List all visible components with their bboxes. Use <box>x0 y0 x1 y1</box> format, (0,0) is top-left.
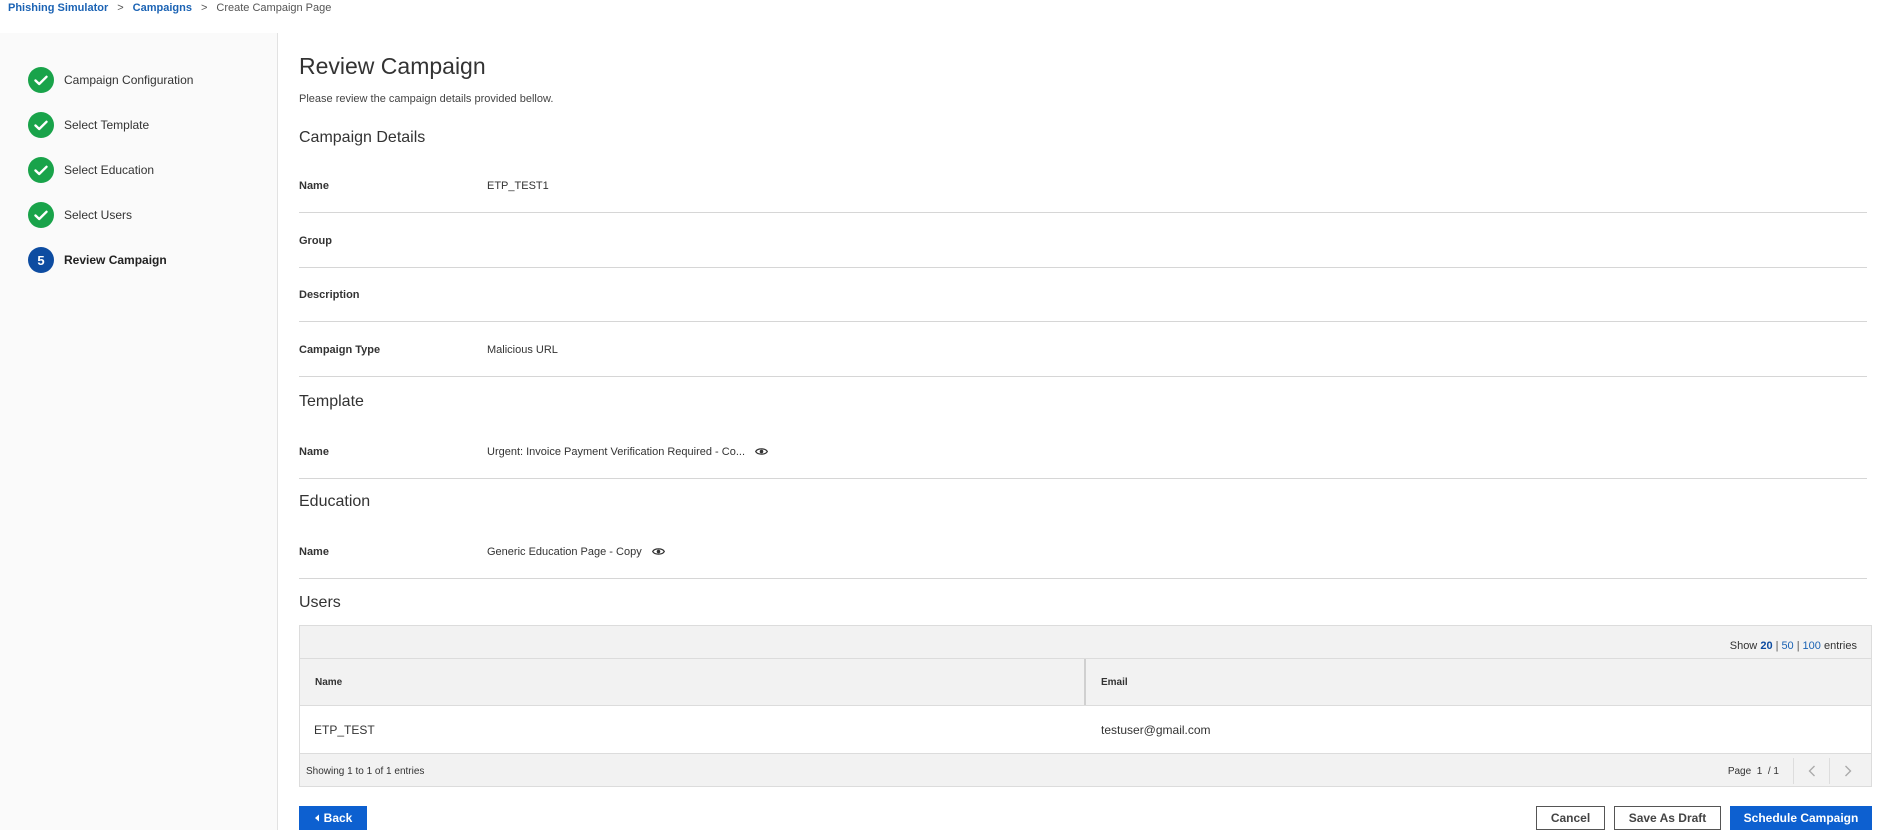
next-page-button[interactable] <box>1829 758 1865 784</box>
template-section-title: Template <box>299 393 364 410</box>
education-name-value: Generic Education Page - Copy <box>487 545 642 558</box>
step-label: Select Users <box>64 208 133 222</box>
detail-value: ETP_TEST1 <box>487 179 549 192</box>
pipe-separator: | <box>1775 640 1779 652</box>
template-row-name: Name Urgent: Invoice Payment Verificatio… <box>299 425 1867 479</box>
entries-label: entries <box>1823 640 1857 652</box>
prev-page-button[interactable] <box>1793 758 1829 784</box>
detail-label: Name <box>299 445 329 458</box>
schedule-campaign-button[interactable]: Schedule Campaign <box>1730 806 1872 830</box>
breadcrumb-current-page: Create Campaign Page <box>216 2 332 14</box>
column-header-email[interactable]: Email <box>1086 659 1871 705</box>
review-panel: Review Campaign Please review the campai… <box>279 33 1887 830</box>
detail-value-wrap: Urgent: Invoice Payment Verification Req… <box>487 445 769 458</box>
page-size-selector: Show 20 | 50 | 100 entries <box>1730 640 1857 652</box>
table-row: ETP_TEST testuser@gmail.com <box>300 706 1871 754</box>
caret-left-icon <box>314 814 319 822</box>
detail-label: Name <box>299 179 329 192</box>
users-table: Show 20 | 50 | 100 entries Name Email ETP_TE… <box>299 625 1872 787</box>
breadcrumb: Phishing Simulator > Campaigns > Create … <box>0 0 1887 16</box>
detail-row-group: Group <box>299 214 1867 268</box>
step-label: Select Template <box>64 118 150 132</box>
chevron-left-icon <box>1808 765 1815 777</box>
check-icon <box>28 157 54 183</box>
page-size-100[interactable]: 100 <box>1803 640 1821 652</box>
check-icon <box>28 67 54 93</box>
detail-label: Campaign Type <box>299 343 381 356</box>
breadcrumb-separator: > <box>117 2 124 14</box>
table-header: Name Email <box>300 658 1871 706</box>
detail-value-wrap: Generic Education Page - Copy <box>487 546 665 558</box>
detail-label: Description <box>299 288 360 301</box>
step-campaign-configuration[interactable]: Campaign Configuration <box>28 67 193 93</box>
cell-user-email: testuser@gmail.com <box>1101 722 1211 737</box>
table-footer: Showing 1 to 1 of 1 entries Page 1 / 1 <box>300 755 1871 787</box>
cell-user-name: ETP_TEST <box>314 722 375 737</box>
check-icon <box>28 112 54 138</box>
pipe-separator: | <box>1796 640 1800 652</box>
template-name-value: Urgent: Invoice Payment Verification Req… <box>487 445 746 458</box>
step-number-badge: 5 <box>28 247 54 273</box>
check-icon <box>28 202 54 228</box>
chevron-right-icon <box>1844 765 1851 777</box>
page-current: 1 <box>1756 765 1763 777</box>
detail-row-campaign-type: Campaign Type Malicious URL <box>299 323 1867 377</box>
page-label: Page <box>1727 765 1752 777</box>
detail-row-description: Description <box>299 268 1867 322</box>
column-header-name[interactable]: Name <box>300 659 1086 705</box>
show-label: Show <box>1729 640 1758 652</box>
cancel-button[interactable]: Cancel <box>1536 806 1605 830</box>
eye-icon[interactable] <box>651 547 665 556</box>
wizard-stepper: Campaign Configuration Select Template S… <box>0 33 278 830</box>
eye-icon[interactable] <box>755 447 769 456</box>
save-as-draft-button[interactable]: Save As Draft <box>1614 806 1721 830</box>
campaign-details-title: Campaign Details <box>299 129 426 146</box>
page-indicator: Page 1 / 1 <box>1728 766 1779 777</box>
users-section-title: Users <box>299 594 341 611</box>
showing-entries-text: Showing 1 to 1 of 1 entries <box>306 765 425 777</box>
step-label: Review Campaign <box>64 253 167 267</box>
page-title: Review Campaign <box>299 53 486 79</box>
pagination: Page 1 / 1 <box>1728 758 1865 784</box>
step-review-campaign[interactable]: 5 Review Campaign <box>28 247 167 273</box>
page-size-20[interactable]: 20 <box>1760 640 1772 652</box>
step-select-template[interactable]: Select Template <box>28 112 149 138</box>
page-subtitle: Please review the campaign details provi… <box>299 93 554 105</box>
page-total: / 1 <box>1767 765 1779 777</box>
education-row-name: Name Generic Education Page - Copy <box>299 525 1867 579</box>
step-select-users[interactable]: Select Users <box>28 202 132 228</box>
page-size-50[interactable]: 50 <box>1781 640 1793 652</box>
education-section-title: Education <box>299 493 371 510</box>
step-select-education[interactable]: Select Education <box>28 157 154 183</box>
breadcrumb-campaigns[interactable]: Campaigns <box>133 2 192 14</box>
detail-label: Group <box>299 234 332 247</box>
back-button[interactable]: Back <box>299 806 367 830</box>
detail-value: Malicious URL <box>487 343 558 356</box>
step-label: Select Education <box>64 163 155 177</box>
detail-label: Name <box>299 545 329 558</box>
breadcrumb-phishing-simulator[interactable]: Phishing Simulator <box>8 2 108 14</box>
back-button-label: Back <box>323 811 353 825</box>
breadcrumb-separator: > <box>200 2 208 14</box>
step-label: Campaign Configuration <box>64 73 194 87</box>
detail-row-name: Name ETP_TEST1 <box>299 159 1867 213</box>
